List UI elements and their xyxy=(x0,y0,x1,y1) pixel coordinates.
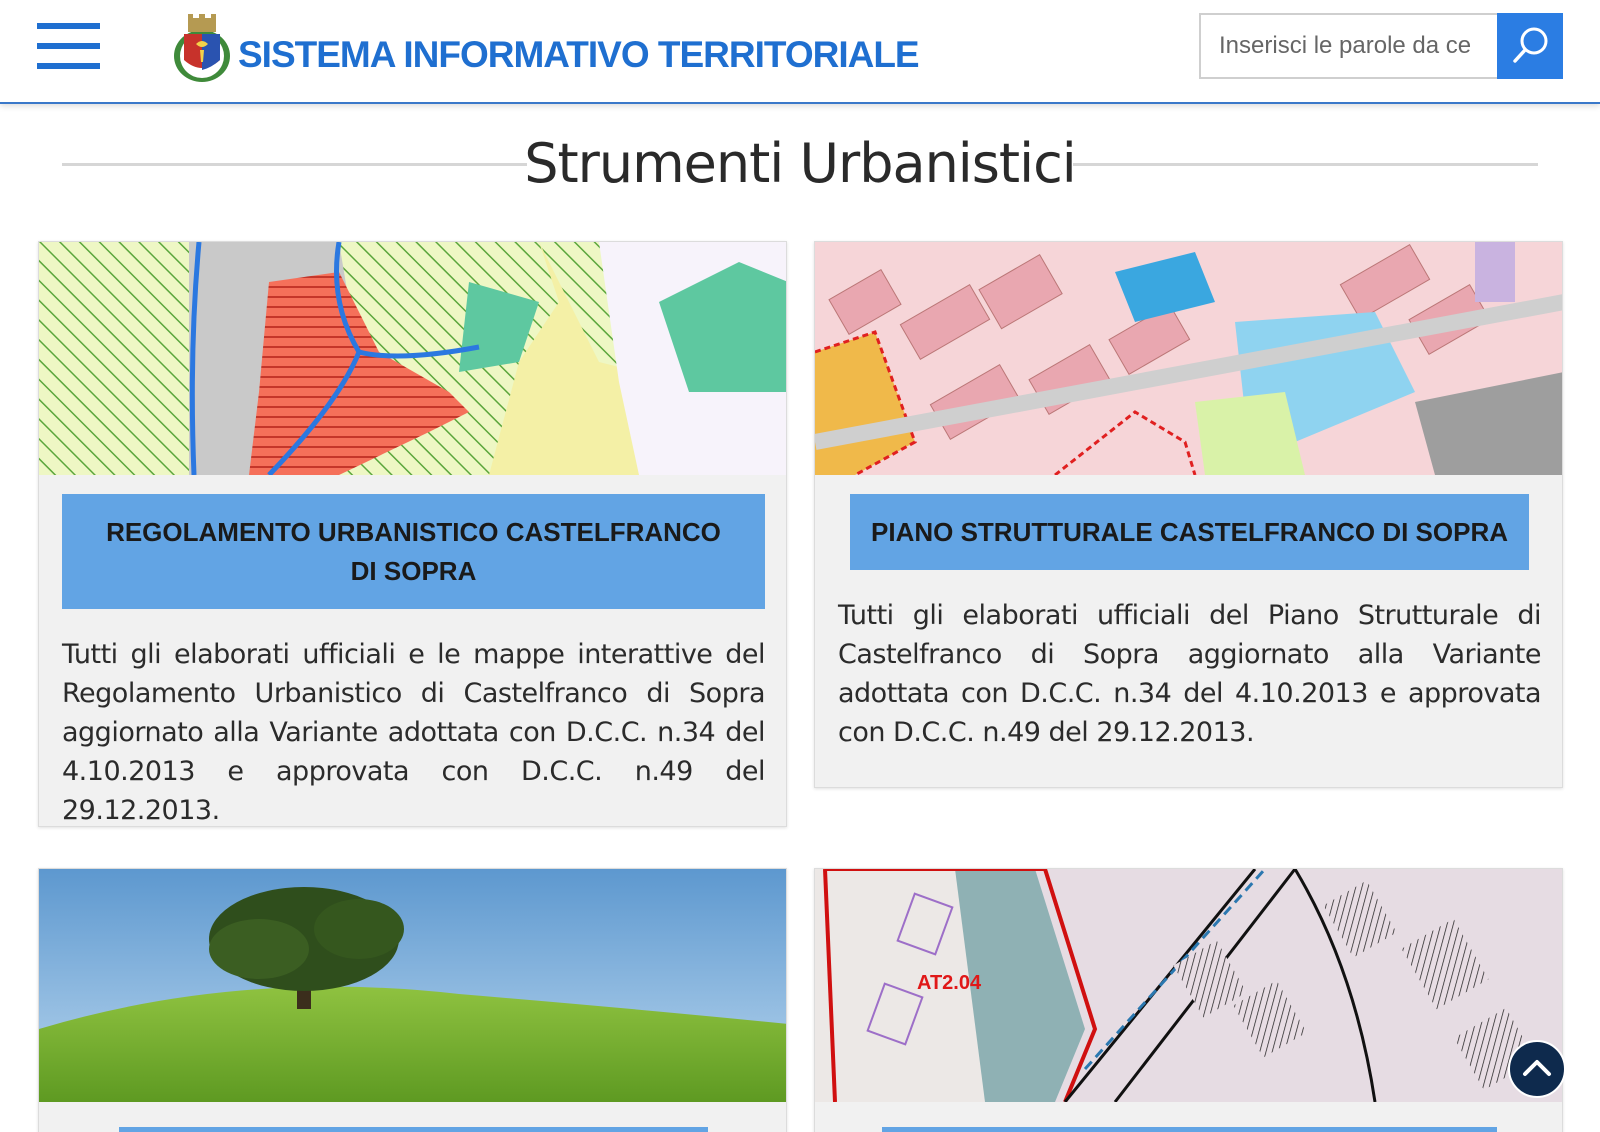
urban-plan-map-image[interactable] xyxy=(815,242,1563,475)
card-description: Tutti gli elaborati ufficiali e le mappe… xyxy=(62,639,766,826)
divider-line xyxy=(1073,163,1538,166)
section-header: Strumenti Urbanistici xyxy=(62,128,1538,198)
card-piano-strutturale: PIANO STRUTTURALE CASTELFRANCO DI SOPRA … xyxy=(814,241,1563,788)
card-regolamento-urbanistico: REGOLAMENTO URBANISTICO CASTELFRANCO DI … xyxy=(38,241,787,827)
landscape-tree-image[interactable] xyxy=(39,869,787,1102)
site-title[interactable]: SISTEMA INFORMATIVO TERRITORIALE xyxy=(238,34,920,76)
card-landscape xyxy=(38,868,787,1132)
card4-button[interactable] xyxy=(882,1127,1497,1132)
cadastral-map-image[interactable]: AT2.04 xyxy=(815,869,1563,1102)
municipal-crest-icon[interactable] xyxy=(170,10,234,86)
site-header: SISTEMA INFORMATIVO TERRITORIALE xyxy=(0,0,1600,104)
regolamento-urbanistico-button[interactable]: REGOLAMENTO URBANISTICO CASTELFRANCO DI … xyxy=(62,494,765,609)
card-description: Tutti gli elaborati ufficiali del Piano … xyxy=(838,600,1542,748)
card-cadastral-map: AT2.04 xyxy=(814,868,1563,1132)
piano-strutturale-button[interactable]: PIANO STRUTTURALE CASTELFRANCO DI SOPRA xyxy=(850,494,1529,570)
search-input[interactable] xyxy=(1199,13,1497,79)
search-button[interactable] xyxy=(1497,13,1563,79)
zoning-map-image[interactable] xyxy=(39,242,787,475)
card3-button[interactable] xyxy=(119,1127,708,1132)
scroll-to-top-button[interactable] xyxy=(1508,1040,1566,1098)
hamburger-menu-icon[interactable] xyxy=(37,23,100,69)
search-icon xyxy=(1513,27,1548,63)
map-label-text: AT2.04 xyxy=(917,972,982,994)
chevron-up-icon xyxy=(1523,1060,1551,1076)
